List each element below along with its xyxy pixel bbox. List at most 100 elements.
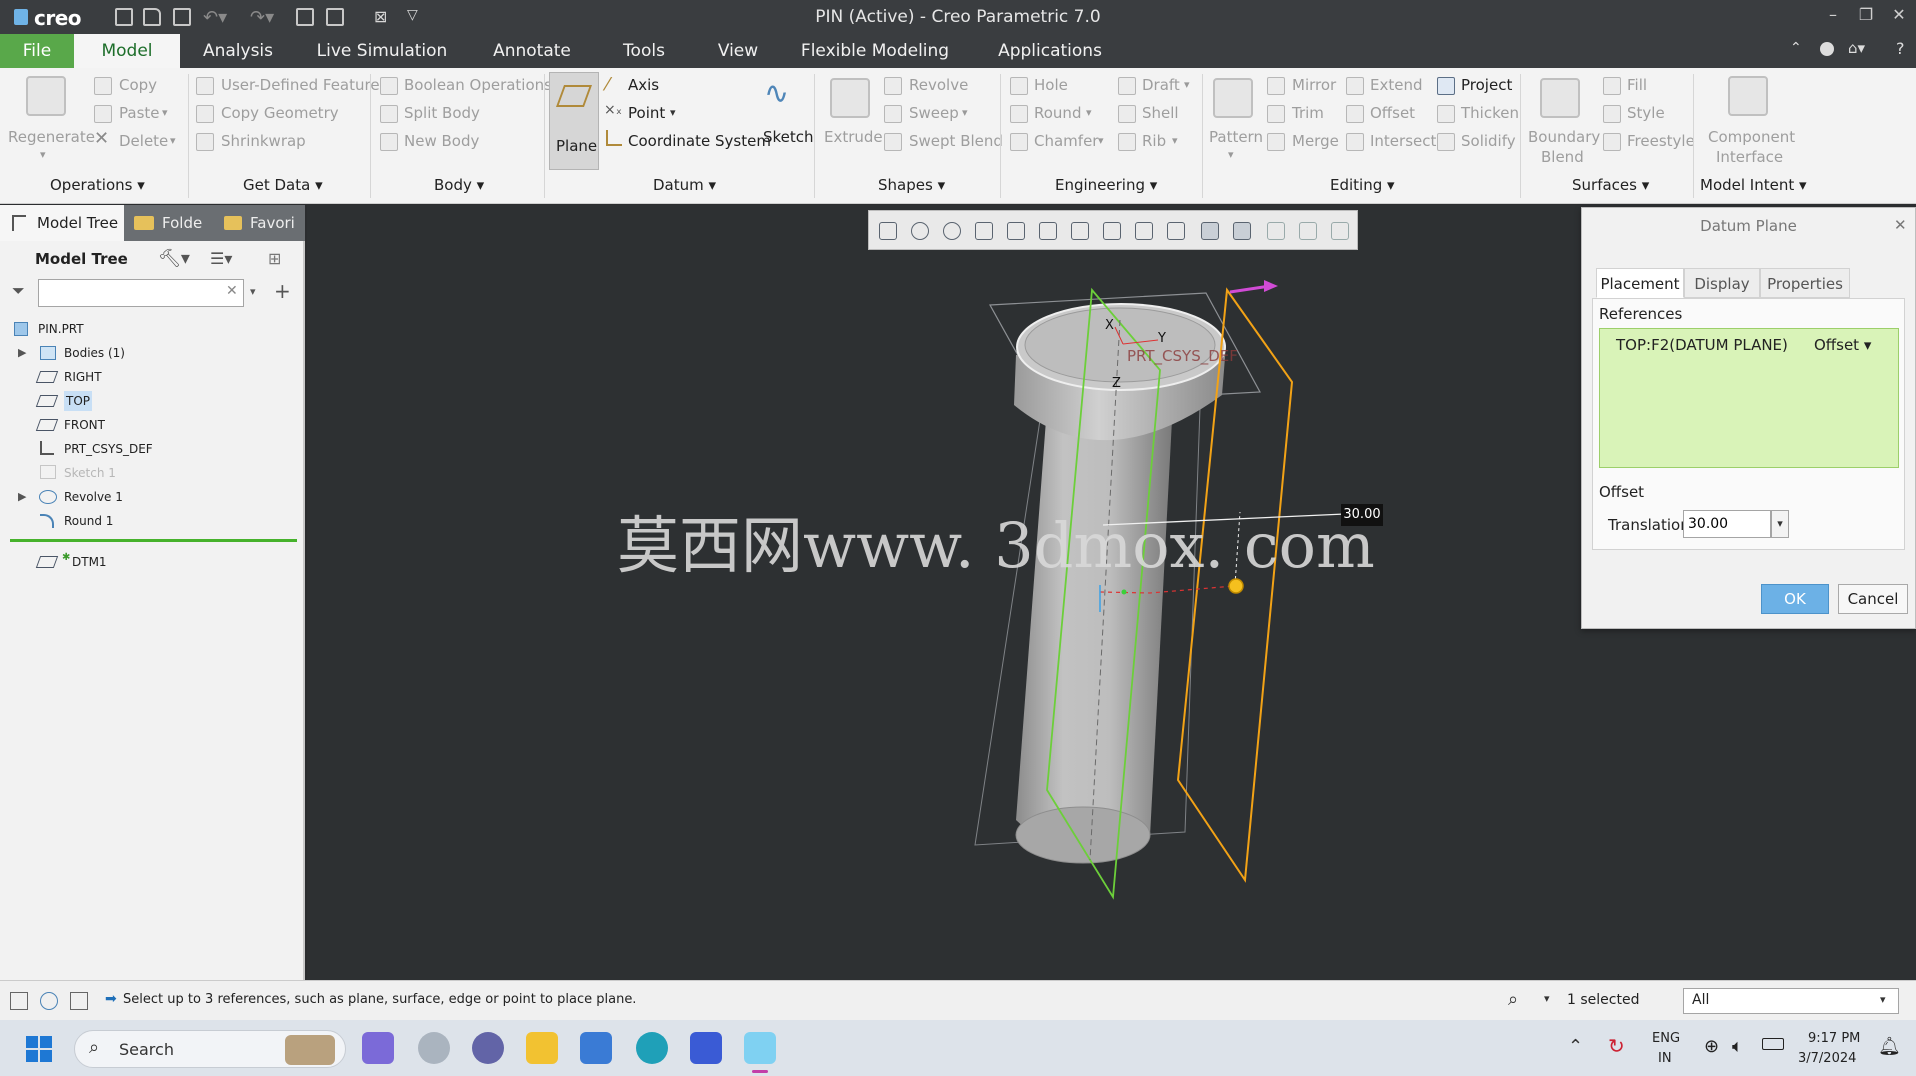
coordinate-system-button[interactable]: Coordinate System bbox=[628, 132, 771, 150]
refit-icon[interactable] bbox=[879, 222, 897, 240]
group-shapes[interactable]: Shapes ▾ bbox=[878, 176, 945, 194]
collapse-ribbon-icon[interactable]: ⌃ bbox=[1790, 40, 1802, 56]
group-engineering[interactable]: Engineering ▾ bbox=[1055, 176, 1157, 194]
group-datum[interactable]: Datum ▾ bbox=[653, 176, 716, 194]
show-icon[interactable]: ☰▾ bbox=[210, 249, 232, 268]
stop-icon[interactable] bbox=[1331, 222, 1349, 240]
creo-taskbar-icon[interactable] bbox=[744, 1032, 776, 1064]
tab-analysis[interactable]: Analysis bbox=[190, 34, 286, 68]
selection-filter-dropdown-icon[interactable]: ▾ bbox=[1880, 993, 1886, 1006]
zoom-in-icon[interactable] bbox=[911, 222, 929, 240]
group-surfaces[interactable]: Surfaces ▾ bbox=[1572, 176, 1649, 194]
close-icon[interactable]: ✕ bbox=[1884, 5, 1914, 24]
tab-live-simulation[interactable]: Live Simulation bbox=[310, 34, 454, 68]
display-style-icon[interactable] bbox=[1007, 222, 1025, 240]
tree-item-right[interactable]: RIGHT bbox=[0, 367, 300, 387]
view-manager-icon[interactable] bbox=[1071, 222, 1089, 240]
mathcad-icon[interactable] bbox=[690, 1032, 722, 1064]
clock-time[interactable]: 9:17 PM bbox=[1808, 1031, 1860, 1046]
mirror-button[interactable]: Mirror bbox=[1292, 76, 1336, 94]
sweep-button[interactable]: Sweep bbox=[909, 104, 959, 122]
thicken-button[interactable]: Thicken bbox=[1461, 104, 1519, 122]
trim-button[interactable]: Trim bbox=[1292, 104, 1324, 122]
battery-icon[interactable] bbox=[1762, 1038, 1784, 1050]
sketch-button[interactable]: Sketch bbox=[763, 128, 814, 146]
user-icon[interactable] bbox=[1820, 42, 1834, 56]
translation-dropdown-icon[interactable]: ▾ bbox=[1771, 510, 1789, 538]
draft-dropdown-icon[interactable]: ▾ bbox=[1184, 78, 1190, 91]
sync-status-icon[interactable]: ↻ bbox=[1608, 1034, 1625, 1058]
boundary-blend-button[interactable]: Boundary bbox=[1528, 128, 1600, 146]
style-button[interactable]: Style bbox=[1627, 104, 1665, 122]
tree-search-input[interactable] bbox=[38, 279, 244, 307]
chamfer-dropdown-icon[interactable]: ▾ bbox=[1098, 134, 1104, 147]
language-label-1[interactable]: ENG bbox=[1652, 1031, 1680, 1046]
axis-button[interactable]: Axis bbox=[628, 76, 659, 94]
tree-item-revolve[interactable]: ▶ Revolve 1 bbox=[0, 487, 300, 507]
cancel-button[interactable]: Cancel bbox=[1838, 584, 1908, 614]
full-screen-icon[interactable] bbox=[70, 992, 88, 1010]
paste-dropdown-icon[interactable]: ▾ bbox=[162, 106, 168, 119]
pause-icon[interactable] bbox=[1299, 222, 1317, 240]
project-button[interactable]: Project bbox=[1461, 76, 1512, 94]
tree-item-sketch[interactable]: Sketch 1 bbox=[0, 463, 300, 483]
volume-icon[interactable]: 🔈︎ bbox=[1732, 1036, 1743, 1057]
learning-icon[interactable]: ⌂▾ bbox=[1848, 39, 1865, 57]
boolean-operations-button[interactable]: Boolean Operations bbox=[404, 76, 552, 94]
tree-item-dtm1[interactable]: ✱ DTM1 bbox=[0, 552, 300, 572]
copilot-icon[interactable] bbox=[362, 1032, 394, 1064]
repaint-icon[interactable] bbox=[975, 222, 993, 240]
split-body-button[interactable]: Split Body bbox=[404, 104, 480, 122]
rib-dropdown-icon[interactable]: ▾ bbox=[1172, 134, 1178, 147]
solidify-button[interactable]: Solidify bbox=[1461, 132, 1516, 150]
chamfer-button[interactable]: Chamfer bbox=[1034, 132, 1098, 150]
round-button[interactable]: Round bbox=[1034, 104, 1081, 122]
notifications-icon[interactable]: 🔔︎ bbox=[1878, 1036, 1901, 1057]
tab-model[interactable]: Model bbox=[74, 34, 180, 68]
language-label-2[interactable]: IN bbox=[1658, 1051, 1672, 1066]
tree-columns-icon[interactable]: ⊞ bbox=[268, 249, 281, 268]
teams-icon[interactable] bbox=[472, 1032, 504, 1064]
perspective-view-icon[interactable] bbox=[1103, 222, 1121, 240]
tab-model-tree[interactable]: Model Tree bbox=[0, 205, 124, 241]
reference-item[interactable]: TOP:F2(DATUM PLANE) bbox=[1616, 336, 1788, 354]
user-defined-feature-button[interactable]: User-Defined Feature bbox=[221, 76, 380, 94]
tab-folder[interactable]: Folde bbox=[124, 205, 216, 241]
group-editing[interactable]: Editing ▾ bbox=[1330, 176, 1395, 194]
expand-icon[interactable]: ▶ bbox=[18, 343, 26, 363]
component-interface-button[interactable]: Component bbox=[1708, 128, 1795, 146]
sweep-dropdown-icon[interactable]: ▾ bbox=[962, 106, 968, 119]
tree-settings-icon[interactable]: 🔨︎▾ bbox=[158, 248, 190, 269]
shell-button[interactable]: Shell bbox=[1142, 104, 1179, 122]
round-dropdown-icon[interactable]: ▾ bbox=[1086, 106, 1092, 119]
tree-item-bodies[interactable]: ▶ Bodies (1) bbox=[0, 343, 300, 363]
reference-constraint[interactable]: Offset ▾ bbox=[1814, 336, 1871, 354]
tree-item-round[interactable]: Round 1 bbox=[0, 511, 300, 531]
tree-item-front[interactable]: FRONT bbox=[0, 415, 300, 435]
paste-button[interactable]: Paste bbox=[119, 104, 160, 122]
tab-placement[interactable]: Placement bbox=[1596, 268, 1684, 298]
ok-button[interactable]: OK bbox=[1761, 584, 1829, 614]
taskbar-search[interactable]: ⌕ Search bbox=[74, 1030, 346, 1068]
extrude-button[interactable]: Extrude bbox=[824, 128, 883, 146]
network-icon[interactable]: ⊕ bbox=[1704, 1036, 1719, 1057]
filter-icon[interactable]: ⏷ bbox=[12, 281, 25, 301]
widgets-icon[interactable] bbox=[418, 1032, 450, 1064]
tab-flexible-modeling[interactable]: Flexible Modeling bbox=[800, 34, 950, 68]
search-options-icon[interactable]: ▾ bbox=[250, 285, 256, 298]
clock-date[interactable]: 3/7/2024 bbox=[1798, 1051, 1856, 1066]
start-icon[interactable] bbox=[26, 1036, 52, 1062]
extend-button[interactable]: Extend bbox=[1370, 76, 1423, 94]
edge-icon[interactable] bbox=[636, 1032, 668, 1064]
tree-item-top[interactable]: TOP bbox=[0, 391, 300, 411]
appearance-icon[interactable] bbox=[1267, 222, 1285, 240]
tab-favorites[interactable]: Favori bbox=[216, 205, 305, 241]
merge-button[interactable]: Merge bbox=[1292, 132, 1339, 150]
rib-button[interactable]: Rib bbox=[1142, 132, 1166, 150]
restore-icon[interactable]: ❐ bbox=[1851, 5, 1881, 24]
freestyle-button[interactable]: Freestyle bbox=[1627, 132, 1695, 150]
new-body-button[interactable]: New Body bbox=[404, 132, 479, 150]
copy-button[interactable]: Copy bbox=[119, 76, 157, 94]
point-button[interactable]: Point bbox=[628, 104, 665, 122]
offset-button[interactable]: Offset bbox=[1370, 104, 1415, 122]
